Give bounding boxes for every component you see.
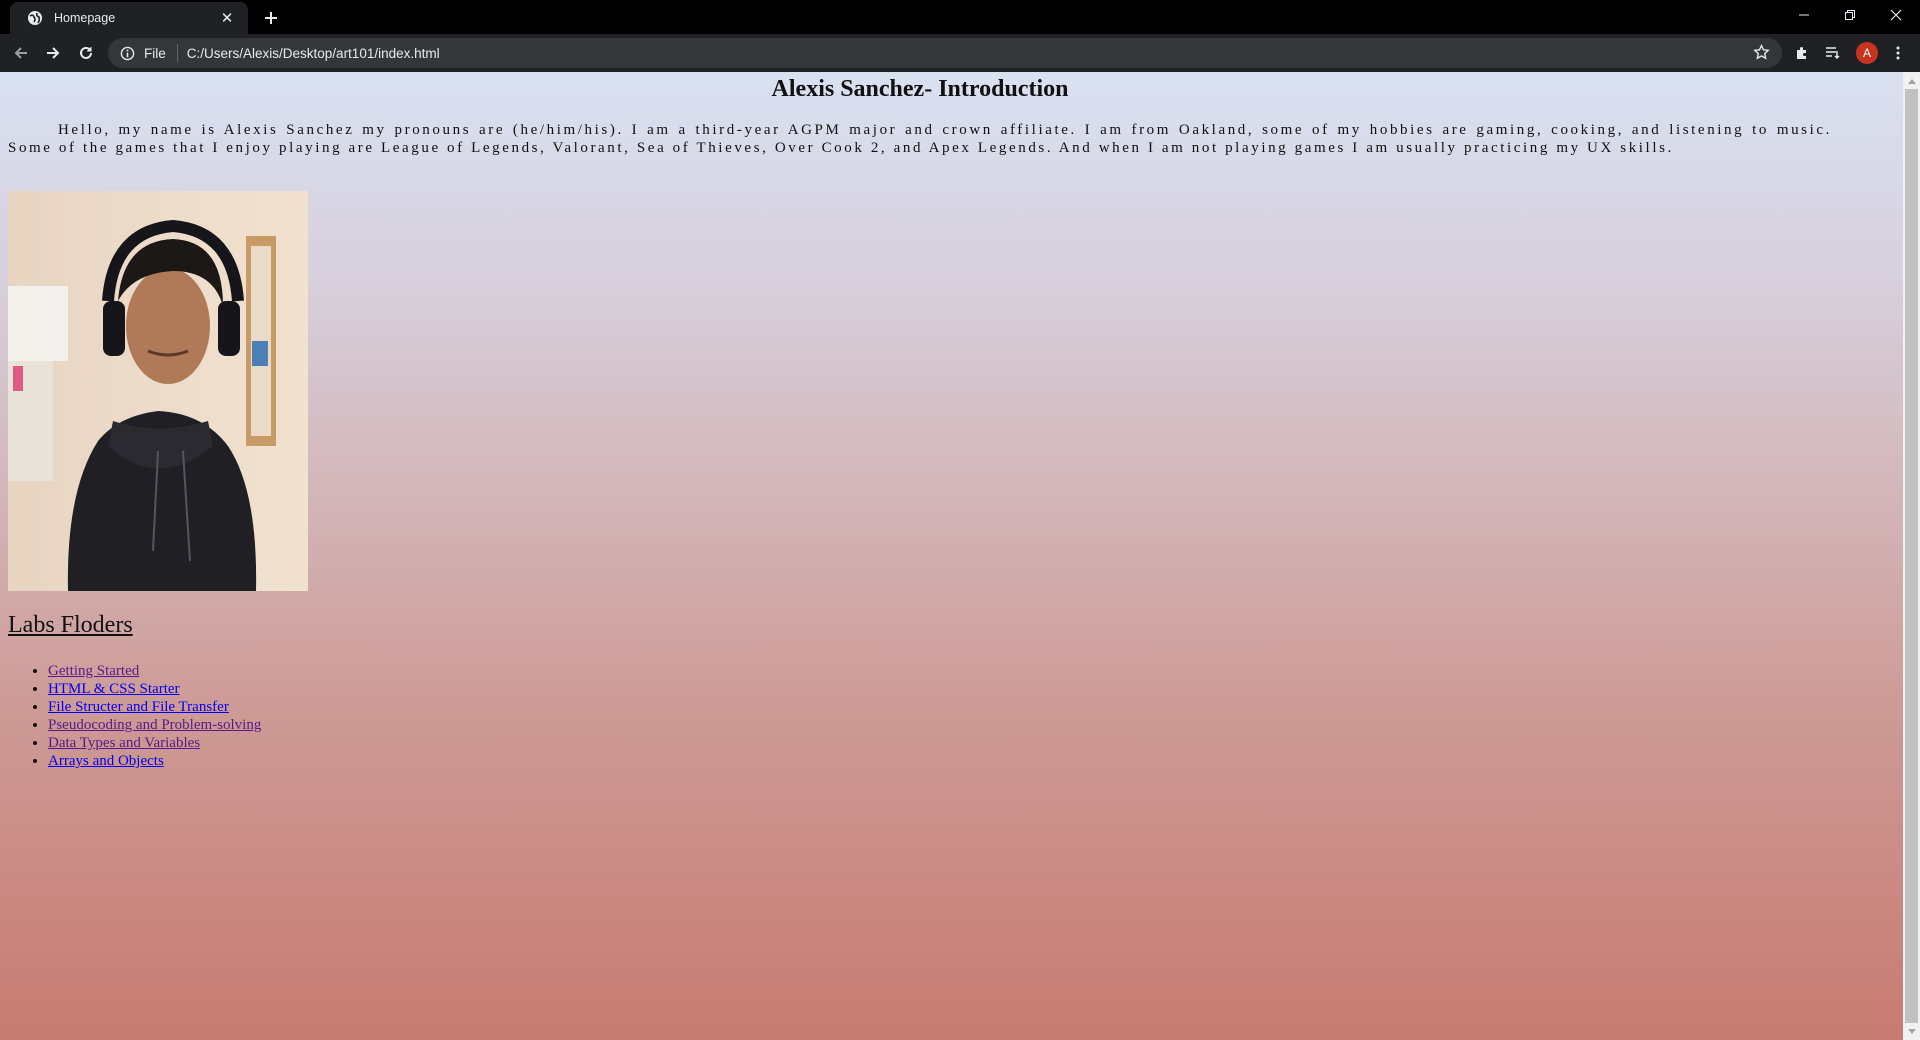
new-tab-button[interactable]	[258, 5, 284, 31]
url-text[interactable]: C:/Users/Alexis/Desktop/art101/index.htm…	[187, 46, 440, 61]
page-viewport: Alexis Sanchez- Introduction Hello, my n…	[0, 72, 1903, 1040]
reload-icon	[80, 46, 92, 59]
plus-icon	[265, 12, 277, 24]
list-item: Data Types and Variables	[48, 734, 261, 752]
url-scheme-chip[interactable]: File	[144, 46, 166, 61]
back-button[interactable]	[7, 39, 35, 67]
info-icon[interactable]	[118, 44, 136, 62]
star-icon[interactable]	[1753, 43, 1770, 66]
labs-heading: Labs Floders	[8, 612, 133, 638]
vertical-scrollbar[interactable]	[1903, 72, 1920, 1040]
arrow-left-icon	[14, 47, 27, 59]
tab-strip: Homepage ✕	[0, 0, 1920, 34]
forward-button[interactable]	[39, 39, 67, 67]
lab-link-arrays-objects[interactable]: Arrays and Objects	[48, 753, 164, 769]
list-item: Pseudocoding and Problem-solving	[48, 716, 261, 734]
address-bar[interactable]: File C:/Users/Alexis/Desktop/art101/inde…	[108, 38, 1782, 68]
lab-link-data-types[interactable]: Data Types and Variables	[48, 735, 200, 751]
list-item: HTML & CSS Starter	[48, 680, 261, 698]
list-item: Getting Started	[48, 662, 261, 680]
restore-icon	[1845, 10, 1855, 20]
intro-paragraph: Hello, my name is Alexis Sanchez my pron…	[8, 122, 1832, 156]
menu-button[interactable]	[1884, 39, 1912, 67]
lab-link-html-css-starter[interactable]: HTML & CSS Starter	[48, 681, 180, 697]
close-icon	[1890, 9, 1902, 21]
lab-link-file-structure[interactable]: File Structer and File Transfer	[48, 699, 229, 715]
playlist-icon	[1826, 47, 1840, 59]
restore-button[interactable]	[1827, 0, 1873, 30]
minimize-icon	[1799, 14, 1809, 16]
globe-icon	[26, 9, 44, 27]
profile-photo	[8, 191, 308, 591]
minimize-button[interactable]	[1781, 0, 1827, 30]
list-item: Arrays and Objects	[48, 752, 261, 770]
page-title: Alexis Sanchez- Introduction	[771, 76, 1069, 102]
url-divider	[176, 44, 178, 62]
scroll-up-arrow-icon[interactable]	[1903, 72, 1920, 89]
list-item: File Structer and File Transfer	[48, 698, 261, 716]
reload-button[interactable]	[72, 39, 100, 67]
close-tab-icon[interactable]: ✕	[218, 9, 236, 27]
puzzle-icon	[1797, 47, 1806, 59]
kebab-menu-icon	[1896, 46, 1900, 60]
close-window-button[interactable]	[1873, 0, 1919, 30]
scroll-down-arrow-icon[interactable]	[1903, 1023, 1920, 1040]
labs-list: Getting Started HTML & CSS Starter File …	[8, 662, 261, 770]
browser-tab[interactable]: Homepage ✕	[10, 2, 248, 34]
extensions-button[interactable]	[1788, 39, 1816, 67]
tab-title: Homepage	[54, 11, 116, 25]
lab-link-pseudocoding[interactable]: Pseudocoding and Problem-solving	[48, 717, 261, 733]
lab-link-getting-started[interactable]: Getting Started	[48, 663, 139, 679]
profile-avatar[interactable]: A	[1856, 42, 1878, 64]
arrow-right-icon	[47, 47, 60, 59]
reading-list-button[interactable]	[1819, 39, 1847, 67]
browser-toolbar: File C:/Users/Alexis/Desktop/art101/inde…	[0, 34, 1920, 72]
scrollbar-thumb[interactable]	[1905, 89, 1918, 1023]
